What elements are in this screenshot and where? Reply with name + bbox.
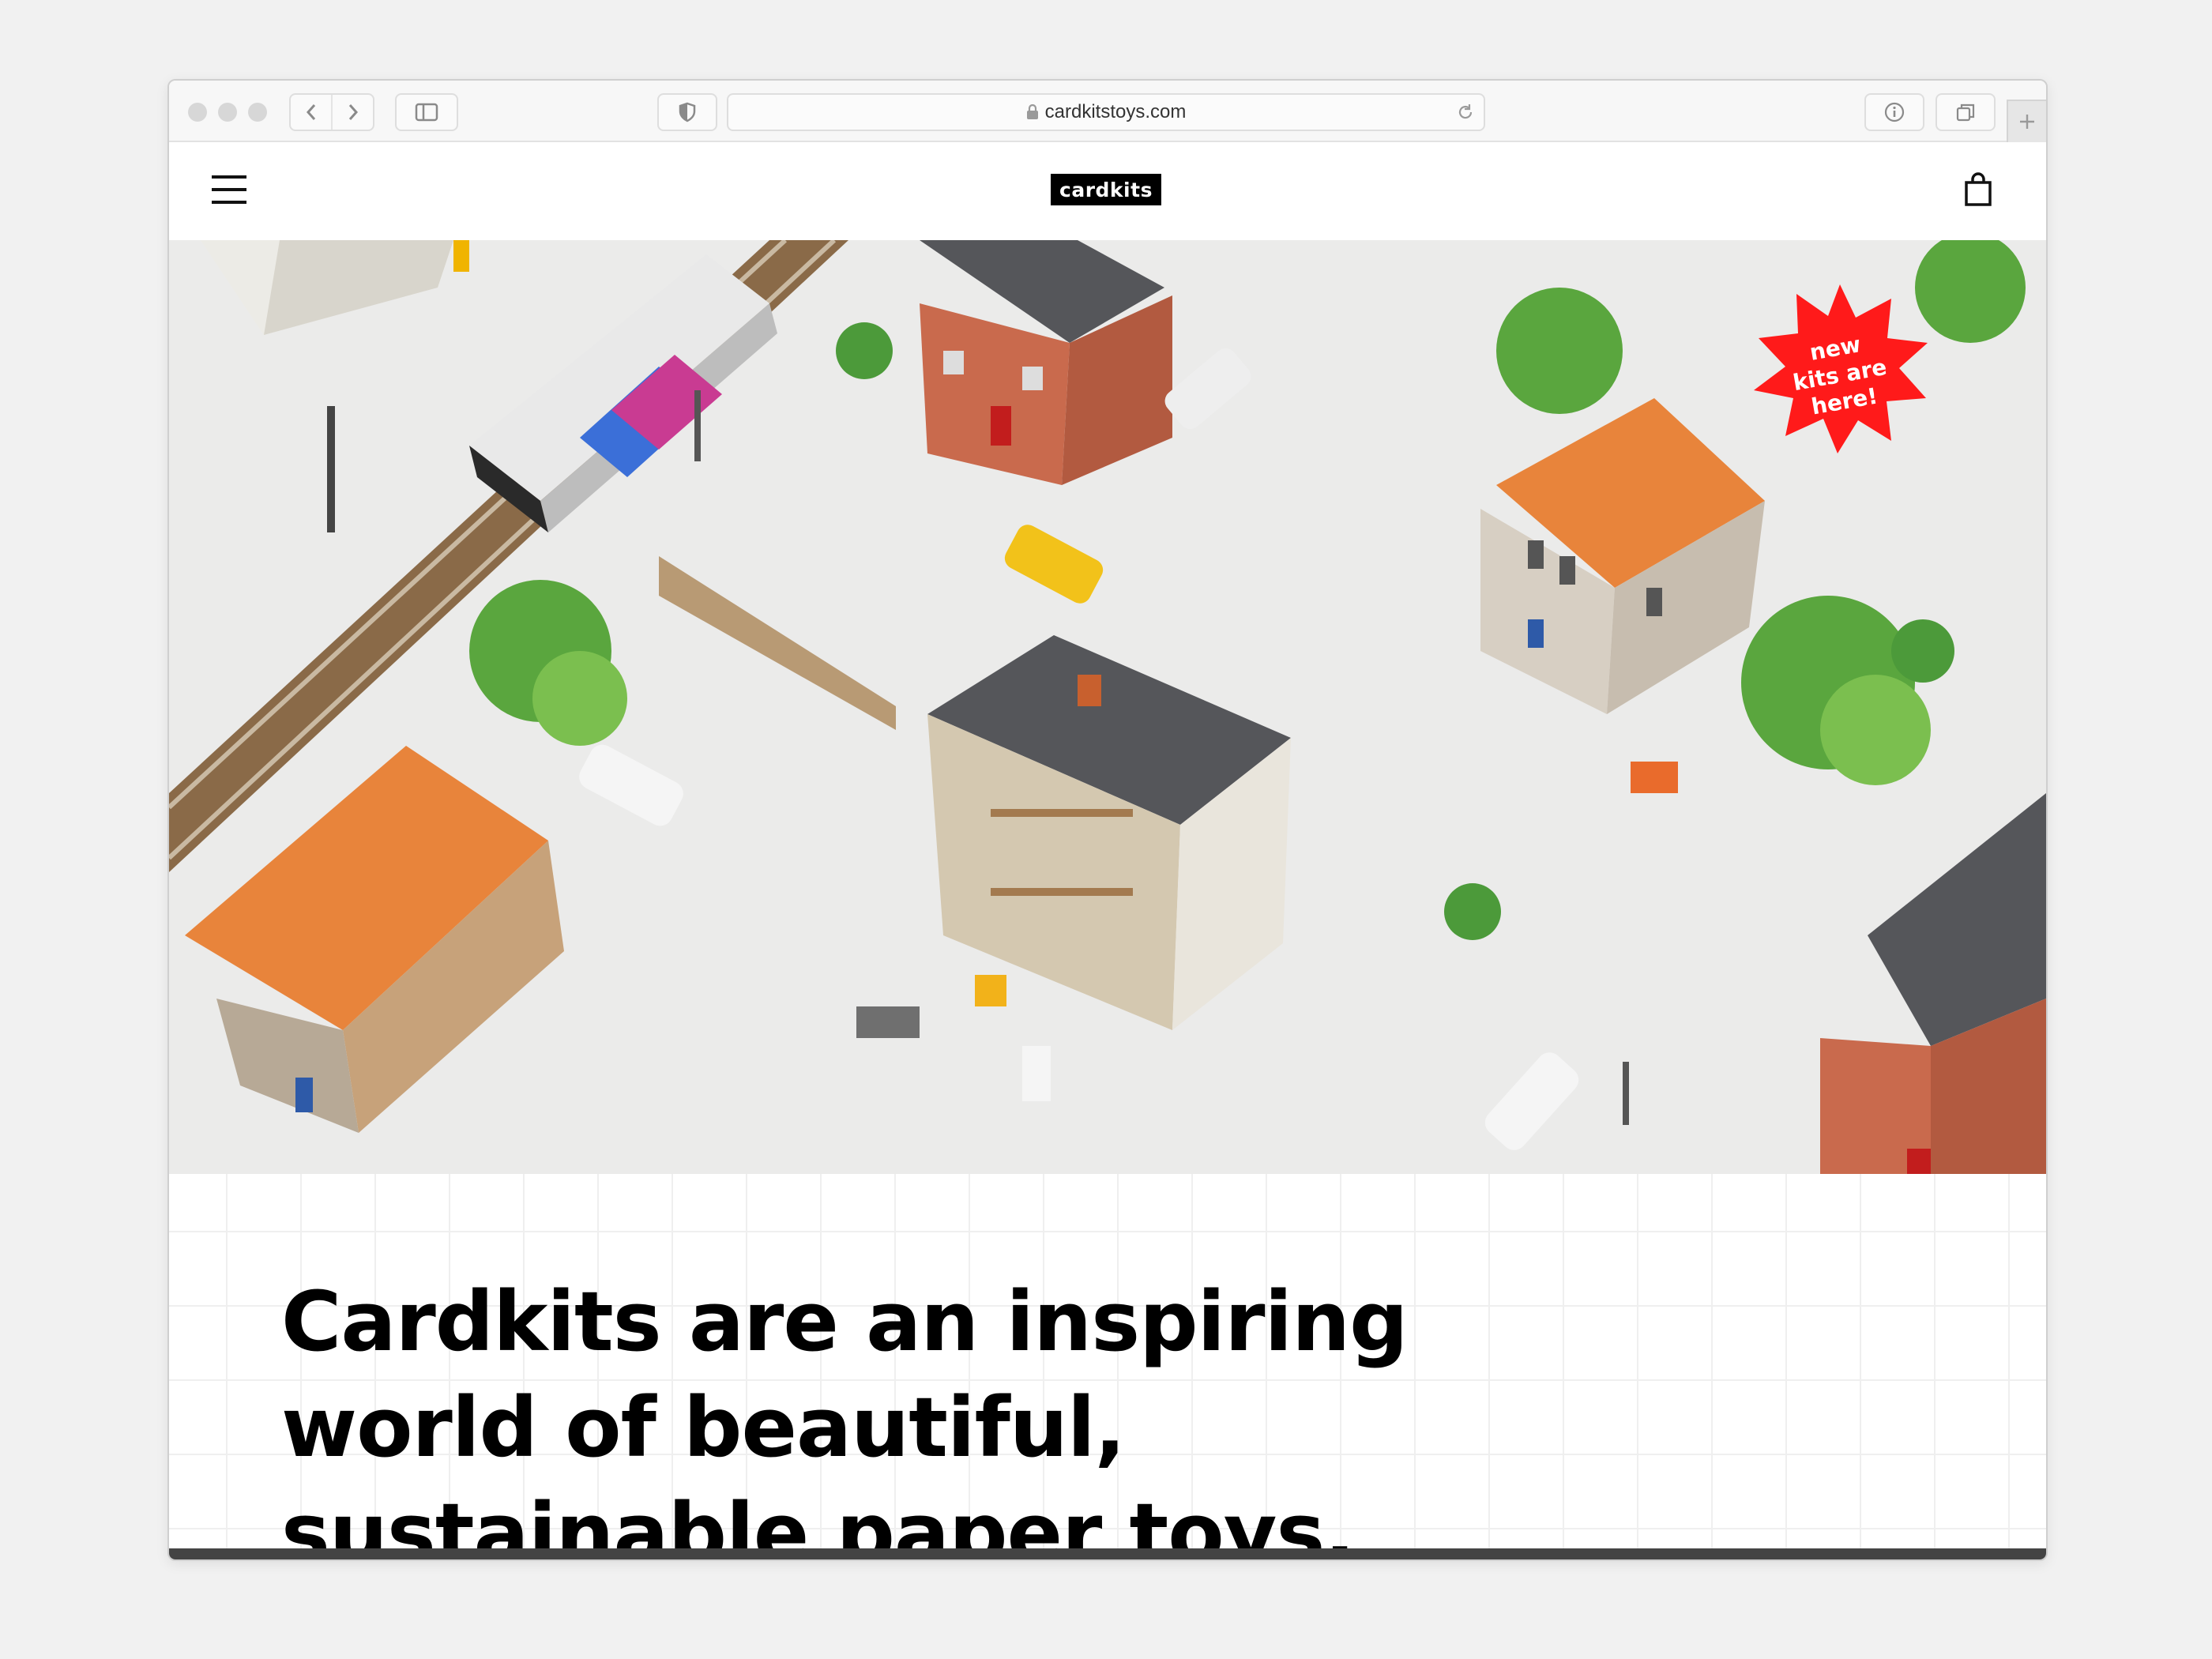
tabs-overview-icon (1956, 103, 1975, 122)
shopping-bag-icon[interactable] (1964, 172, 1992, 207)
wooden-fence (659, 556, 896, 730)
train-locomotive (469, 254, 777, 532)
url-text: cardkitstoys.com (1044, 101, 1187, 122)
chevron-right-icon (348, 104, 358, 120)
new-tab-button[interactable] (2007, 100, 2046, 142)
address-bar[interactable]: cardkitstoys.com (727, 93, 1485, 131)
hero-illustration: new kits are here! (169, 240, 2046, 1174)
lock-icon (1026, 104, 1038, 119)
info-icon (1884, 102, 1905, 122)
new-kits-badge[interactable]: new kits are here! (1749, 284, 1931, 466)
house-top-left (201, 240, 469, 335)
minimize-window-button[interactable] (218, 103, 237, 122)
grey-roof-house-bottom-right (1820, 793, 2046, 1174)
sidebar-icon (415, 103, 438, 122)
chevron-left-icon (306, 104, 315, 120)
sidebar-toggle-button[interactable] (395, 93, 458, 131)
grey-roof-house-center (927, 635, 1291, 1030)
close-window-button[interactable] (188, 103, 207, 122)
address-bar-content: cardkitstoys.com (728, 95, 1484, 130)
forward-button[interactable] (331, 95, 373, 130)
window-bottom-edge (169, 1548, 2046, 1559)
new-kits-badge-text: new kits are here! (1791, 331, 1889, 420)
hamburger-menu-icon[interactable] (212, 175, 246, 204)
intro-headline: Cardkits are an inspiring world of beaut… (281, 1273, 1409, 1548)
orange-roof-house-right (1480, 398, 1765, 714)
intro-section: Cardkits are an inspiring world of beaut… (169, 1174, 2046, 1548)
browser-toolbar: cardkitstoys.com (169, 81, 2046, 142)
brick-house (920, 240, 1172, 485)
zoom-window-button[interactable] (248, 103, 267, 122)
browser-window: cardkitstoys.com cardkits new kits are h… (167, 79, 2048, 1561)
shield-icon (679, 102, 696, 122)
reader-info-button[interactable] (1864, 93, 1924, 131)
reload-icon[interactable] (1455, 102, 1476, 122)
site-header: cardkits (169, 142, 2046, 240)
history-nav (289, 93, 374, 131)
site-logo[interactable]: cardkits (1051, 174, 1161, 205)
privacy-report-button[interactable] (657, 93, 717, 131)
plus-icon (2020, 115, 2034, 129)
back-button[interactable] (291, 95, 331, 130)
tab-overview-button[interactable] (1936, 93, 1996, 131)
